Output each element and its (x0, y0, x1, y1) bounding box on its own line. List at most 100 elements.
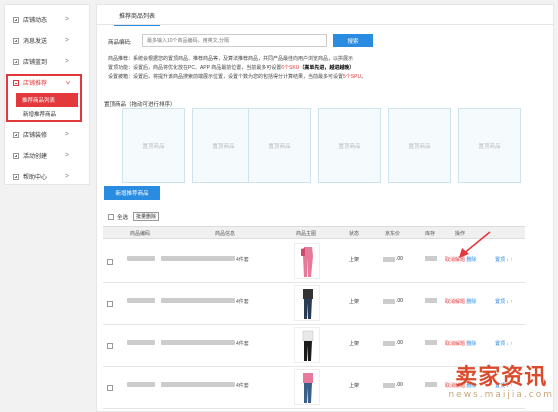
price-text: .00 (383, 382, 403, 388)
add-recommend-button[interactable]: 新增推荐商品 (104, 186, 160, 200)
col-info: 商品信息 (215, 231, 236, 237)
pin-top-link[interactable]: 置顶 (495, 257, 505, 263)
sidebar-item-label: 帮助中心 (23, 175, 48, 181)
reorder-controls: 置顶 ↓ ↑ (495, 340, 513, 347)
top-product-slot[interactable]: 置顶商品 (122, 108, 185, 183)
select-all-checkbox[interactable] (108, 214, 114, 220)
delete-link[interactable]: 删除 (466, 299, 476, 305)
expand-icon (13, 152, 19, 159)
redacted-stock (425, 256, 437, 261)
sidebar-item-store-dynamics[interactable]: 店铺动态 > (5, 9, 89, 30)
annotation-arrow-icon (459, 231, 491, 258)
price-text: .00 (383, 340, 403, 346)
redacted-info (161, 256, 235, 261)
product-info: 4件套 (236, 257, 249, 263)
product-info: 4件套 (236, 383, 249, 389)
pin-top-link[interactable]: 置顶 (495, 299, 505, 305)
page: 店铺动态 > 消息发送 > 店铺蓝到 > 店铺推荐 > 推荐商品列表 新增推荐商品 店铺… (0, 0, 558, 412)
move-down-icon[interactable]: ↓ (506, 299, 509, 305)
watermark-url: news.maijia.com (448, 390, 554, 400)
product-thumbnail (294, 243, 320, 279)
redacted-stock (425, 298, 437, 303)
col-sku: 商品编码 (130, 231, 151, 237)
row-checkbox[interactable] (107, 301, 113, 307)
table-row: 4件套 上架 .00 取消解题 删除 置顶 ↓ ↑ (103, 325, 525, 367)
reorder-controls: 置顶 ↓ ↑ (495, 298, 513, 305)
sidebar-item-label: 店铺装修 (23, 133, 48, 139)
search-button[interactable]: 搜索 (333, 34, 373, 47)
move-up-icon[interactable]: ↑ (510, 257, 513, 263)
sidebar-item-label: 活动创建 (23, 154, 48, 160)
sidebar-item-messages[interactable]: 消息发送 > (5, 30, 89, 51)
top-slots-label: 置顶商品（拖动可进行排序） (104, 102, 176, 108)
price-text: .00 (383, 298, 403, 304)
product-info: 4件套 (236, 341, 249, 347)
sidebar-item-label: 店铺蓝到 (23, 60, 48, 66)
price-text: .00 (383, 256, 403, 262)
pin-top-link[interactable]: 置顶 (495, 341, 505, 347)
cancel-recommend-link[interactable]: 取消解题 (445, 299, 465, 305)
cancel-recommend-link[interactable]: 取消解题 (445, 341, 465, 347)
reorder-controls: 置顶 ↓ ↑ (495, 256, 513, 263)
move-down-icon[interactable]: ↓ (506, 341, 509, 347)
chevron-right-icon: > (64, 37, 69, 44)
row-checkbox[interactable] (107, 343, 113, 349)
delete-link[interactable]: 删除 (466, 341, 476, 347)
row-checkbox[interactable] (107, 259, 113, 265)
expand-icon (13, 37, 19, 44)
expand-icon (13, 173, 19, 180)
product-thumbnail (294, 369, 320, 405)
chevron-right-icon: > (64, 16, 69, 23)
search-input[interactable] (142, 34, 327, 47)
row-checkbox[interactable] (107, 385, 113, 391)
top-product-slot[interactable]: 置顶商品 (458, 108, 521, 183)
top-product-slot[interactable]: 置顶商品 (248, 108, 311, 183)
desc-line-top: 置顶功能：设置后，商品将优化放在PC、APP 商品最前位置，当前最多可设置6个S… (108, 65, 355, 71)
chevron-right-icon: > (64, 152, 69, 159)
redacted-stock (425, 382, 437, 387)
sidebar-item-activity-create[interactable]: 活动创建 > (5, 145, 89, 166)
redacted-info (161, 298, 235, 303)
col-status: 状态 (349, 231, 360, 237)
select-all[interactable]: 全选 (108, 213, 128, 221)
row-actions: 取消解题 删除 (445, 298, 476, 305)
tab-divider (97, 24, 553, 25)
move-up-icon[interactable]: ↑ (510, 299, 513, 305)
watermark-title: 卖家资讯 (455, 365, 548, 390)
redacted-info (161, 340, 235, 345)
col-image: 商品主图 (296, 231, 317, 237)
redacted-sku (127, 256, 155, 261)
redacted-sku (127, 298, 155, 303)
chevron-right-icon: > (64, 131, 69, 138)
sidebar-item-store-signin[interactable]: 店铺蓝到 > (5, 51, 89, 72)
product-thumbnail (294, 285, 320, 321)
expand-icon (13, 16, 19, 23)
row-actions: 取消解题 删除 (445, 340, 476, 347)
chevron-right-icon: > (64, 173, 69, 180)
product-info: 4件套 (236, 299, 249, 305)
table-row: 4件套 上架 .00 取消解题 删除 置顶 ↓ ↑ (103, 283, 525, 325)
col-price: 京东价 (385, 231, 401, 237)
status-text: 上架 (349, 383, 360, 389)
sidebar-item-help-center[interactable]: 帮助中心 > (5, 166, 89, 187)
sidebar-item-label: 消息发送 (23, 39, 48, 45)
move-down-icon[interactable]: ↓ (506, 257, 509, 263)
redacted-stock (425, 340, 437, 345)
top-product-slot[interactable]: 置顶商品 (318, 108, 381, 183)
select-all-label: 全选 (117, 215, 129, 221)
bulk-delete-button[interactable]: 批量删除 (133, 212, 159, 221)
move-up-icon[interactable]: ↑ (510, 341, 513, 347)
top-product-slot[interactable]: 置顶商品 (388, 108, 451, 183)
search-label: 商品编码: (108, 40, 132, 46)
desc-line-setting: 设置被箱：设置后，将提升该商品搜索前端展示位置，设置个数为您的包括得分计算结果，… (108, 74, 367, 80)
sidebar-item-store-decoration[interactable]: 店铺装修 > (5, 124, 89, 145)
redacted-info (161, 382, 235, 387)
chevron-right-icon: > (64, 58, 69, 65)
top-product-slot[interactable]: 置顶商品 (192, 108, 255, 183)
expand-icon (13, 131, 19, 138)
highlight-box (6, 74, 82, 122)
product-thumbnail (294, 327, 320, 363)
redacted-sku (127, 382, 155, 387)
main-panel: 推荐商品列表 商品编码: 搜索 商品推荐：系统会根据您的置顶商品、推荐商品等，及… (96, 4, 554, 412)
status-text: 上架 (349, 257, 360, 263)
